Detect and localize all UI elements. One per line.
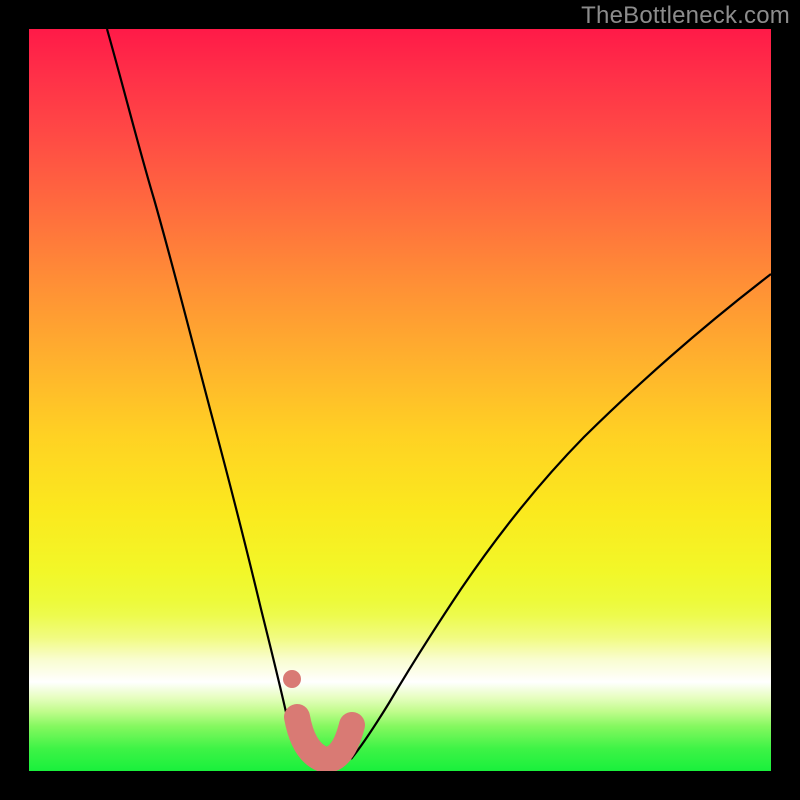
left-curve (107, 29, 305, 759)
right-curve (351, 274, 771, 759)
watermark-text: TheBottleneck.com (581, 2, 790, 30)
optimal-u-band (297, 717, 352, 760)
curves-layer (29, 29, 771, 771)
plot-area (29, 29, 771, 771)
chart-frame: TheBottleneck.com (0, 0, 800, 800)
optimal-dot (283, 670, 301, 688)
